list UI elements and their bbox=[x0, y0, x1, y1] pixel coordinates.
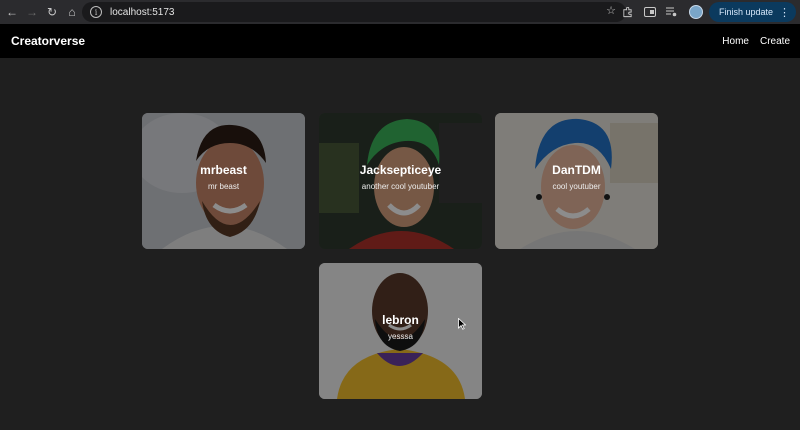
creator-card[interactable]: Jacksepticeye another cool youtuber bbox=[319, 113, 482, 249]
split-view-icon[interactable] bbox=[639, 0, 661, 24]
creator-card[interactable]: DanTDM cool youtuber bbox=[495, 113, 658, 249]
card-overlay bbox=[319, 113, 482, 249]
creator-description: yesssa bbox=[388, 332, 413, 341]
more-menu-icon: ⋮ bbox=[779, 6, 790, 19]
creator-card[interactable]: lebron yesssa bbox=[319, 263, 482, 399]
extensions-icon[interactable] bbox=[617, 0, 639, 24]
creator-name: mrbeast bbox=[200, 163, 247, 177]
reload-icon[interactable]: ↻ bbox=[42, 2, 62, 22]
card-overlay bbox=[142, 113, 305, 249]
finish-update-button[interactable]: Finish update ⋮ bbox=[708, 2, 796, 22]
card-overlay bbox=[319, 263, 482, 399]
main-nav: Home Create bbox=[722, 36, 790, 47]
creator-name: Jacksepticeye bbox=[359, 163, 442, 177]
creator-grid: mrbeast mr beast Jacksepticeye another c… bbox=[0, 58, 800, 430]
nav-home-link[interactable]: Home bbox=[722, 36, 749, 47]
media-controls-icon[interactable] bbox=[661, 0, 683, 24]
browser-toolbar: ← → ↻ ⌂ i localhost:5173 ☆ Finish update… bbox=[0, 0, 800, 24]
site-info-icon[interactable]: i bbox=[90, 6, 102, 18]
mouse-cursor-icon bbox=[458, 318, 466, 330]
creator-description: another cool youtuber bbox=[361, 182, 440, 191]
home-icon[interactable]: ⌂ bbox=[62, 2, 82, 22]
creator-description: mr beast bbox=[207, 182, 240, 191]
url-text[interactable]: localhost:5173 bbox=[110, 7, 175, 18]
app-header: Creatorverse Home Create bbox=[0, 24, 800, 58]
brand-title: Creatorverse bbox=[11, 34, 86, 48]
finish-update-label: Finish update bbox=[718, 7, 773, 17]
nav-create-link[interactable]: Create bbox=[760, 36, 790, 47]
profile-avatar[interactable] bbox=[688, 5, 703, 19]
creator-description: cool youtuber bbox=[552, 182, 601, 191]
creator-name: DanTDM bbox=[552, 163, 601, 177]
forward-icon[interactable]: → bbox=[22, 2, 42, 22]
creator-card[interactable]: mrbeast mr beast bbox=[142, 113, 305, 249]
card-overlay bbox=[495, 113, 658, 249]
back-icon[interactable]: ← bbox=[2, 2, 22, 22]
address-bar[interactable]: i localhost:5173 ☆ bbox=[82, 2, 626, 22]
bookmark-star-icon[interactable]: ☆ bbox=[606, 4, 616, 17]
